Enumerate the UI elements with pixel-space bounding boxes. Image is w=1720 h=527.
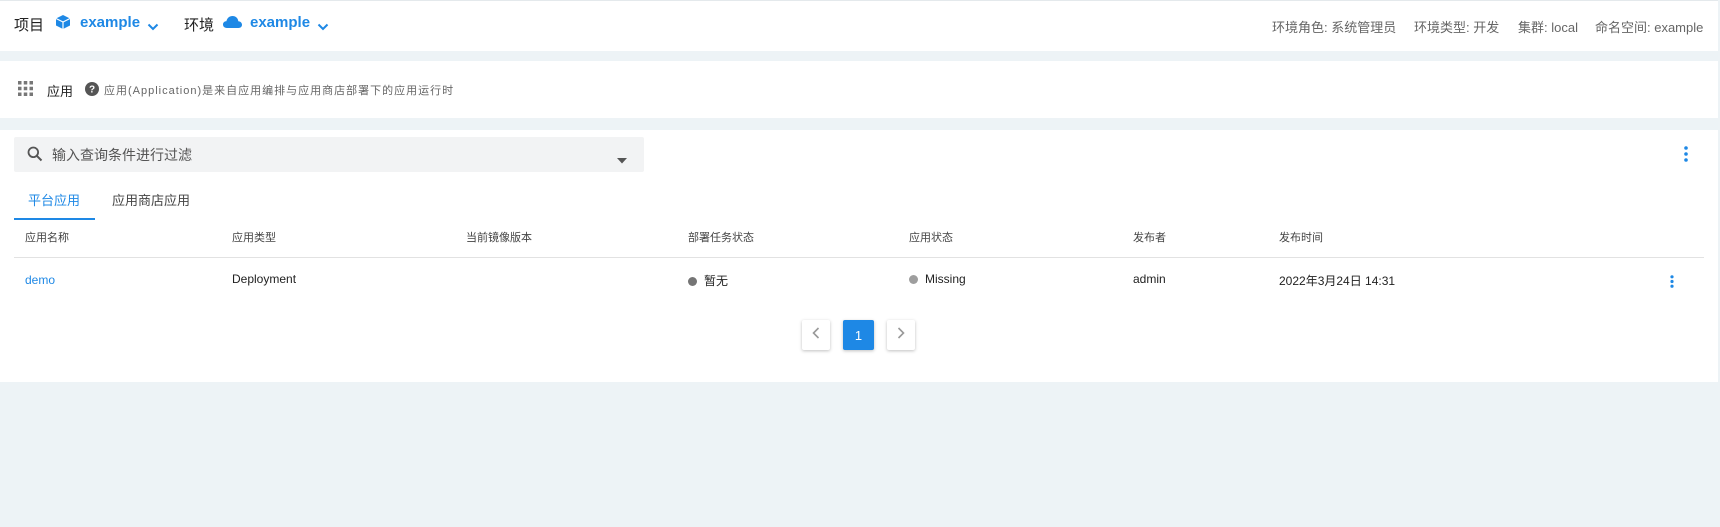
next-page-button[interactable]: [887, 320, 915, 350]
top-bar: 项目 example 环境 example 环境角色: 系统管理员 环境类型: …: [0, 0, 1718, 51]
chevron-left-icon: [812, 326, 820, 344]
project-selector[interactable]: example: [80, 14, 140, 31]
column-header-name[interactable]: 应用名称: [25, 229, 69, 245]
help-text: 应用(Application)是来自应用编排与应用商店部署下的应用运行时: [104, 85, 455, 97]
apps-grid-icon: [18, 81, 33, 101]
app-name-link[interactable]: demo: [25, 273, 55, 287]
tab-app-store-apps[interactable]: 应用商店应用: [112, 190, 190, 218]
app-type: Deployment: [232, 272, 297, 286]
environment-selector[interactable]: example: [250, 14, 310, 31]
environment-label: 环境: [184, 17, 215, 34]
chevron-down-icon[interactable]: [147, 18, 159, 36]
search-icon: [27, 146, 43, 167]
table-header-divider: [14, 257, 1704, 258]
chevron-right-icon: [897, 326, 905, 344]
help-icon[interactable]: ?: [85, 82, 99, 101]
deploy-status-text: 暂无: [704, 274, 729, 288]
deploy-status: 暂无: [688, 272, 728, 289]
prev-page-button[interactable]: [802, 320, 830, 350]
cube-icon: [55, 14, 71, 35]
cloud-icon: [222, 15, 243, 34]
cluster: 集群: local: [1518, 20, 1578, 35]
filter-box[interactable]: [14, 137, 644, 172]
dropdown-arrow-icon[interactable]: [617, 151, 627, 169]
column-header-app-status[interactable]: 应用状态: [909, 229, 953, 245]
app-status-text: Missing: [925, 272, 966, 286]
project-label: 项目: [14, 17, 45, 34]
column-header-image-version[interactable]: 当前镜像版本: [466, 229, 532, 245]
namespace: 命名空间: example: [1595, 20, 1704, 35]
publish-time: 2022年3月24日 14:31: [1279, 274, 1396, 288]
filter-input[interactable]: [50, 143, 594, 167]
status-dot-icon: [909, 275, 918, 284]
row-more-vert-icon[interactable]: [1670, 275, 1674, 293]
app-status: Missing: [909, 272, 966, 286]
column-header-deploy-status[interactable]: 部署任务状态: [688, 229, 754, 245]
page-title: 应用: [47, 84, 74, 99]
column-header-publisher[interactable]: 发布者: [1133, 229, 1166, 245]
page-button-current[interactable]: 1: [843, 320, 874, 350]
env-role: 环境角色: 系统管理员: [1272, 20, 1397, 35]
column-header-type[interactable]: 应用类型: [232, 229, 276, 245]
svg-text:?: ?: [89, 85, 95, 96]
env-type: 环境类型: 开发: [1414, 20, 1500, 35]
publisher: admin: [1133, 272, 1166, 286]
more-vert-icon[interactable]: [1684, 146, 1688, 167]
column-header-publish-time[interactable]: 发布时间: [1279, 229, 1323, 245]
chevron-down-icon[interactable]: [317, 18, 329, 36]
status-dot-icon: [688, 277, 697, 286]
tab-platform-apps[interactable]: 平台应用: [14, 190, 96, 220]
